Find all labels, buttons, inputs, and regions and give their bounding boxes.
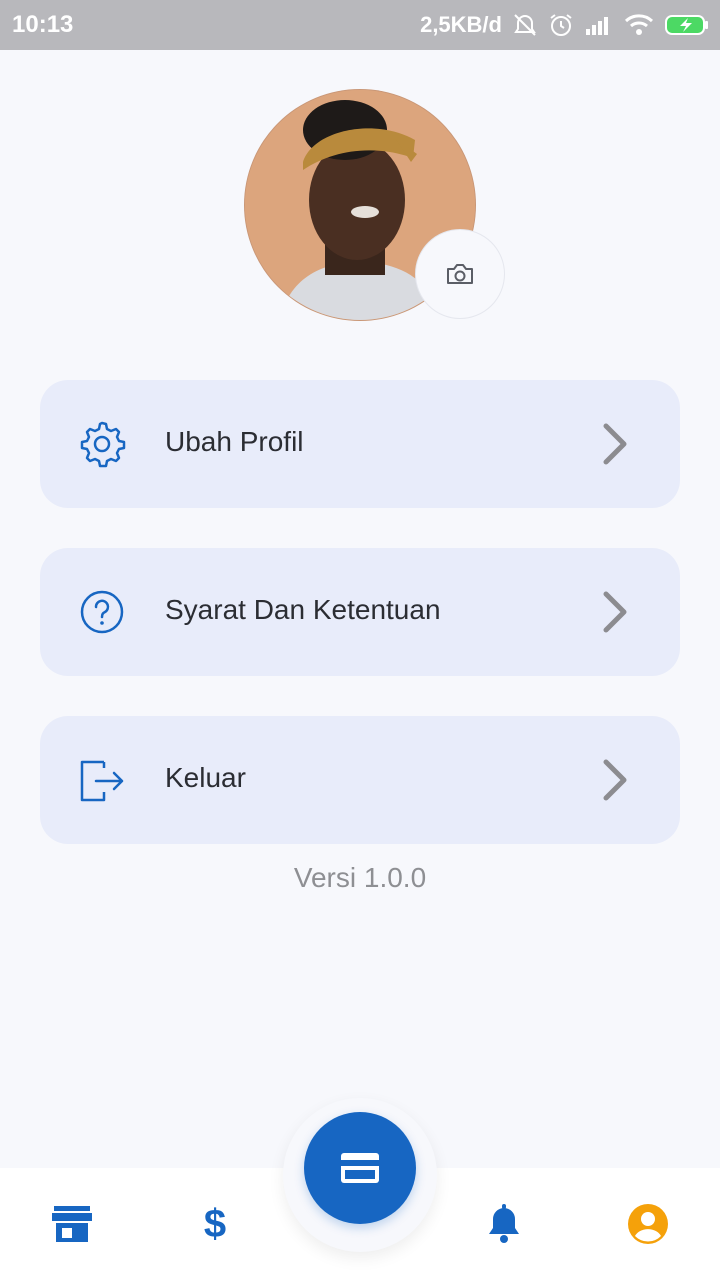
chevron-right-icon xyxy=(603,591,627,633)
network-speed: 2,5KB/d xyxy=(420,12,502,37)
bell-icon xyxy=(489,1204,519,1243)
status-bar: 10:13 2,5KB/d xyxy=(0,0,720,50)
wifi-icon xyxy=(624,14,654,35)
nav-store[interactable] xyxy=(48,1200,96,1248)
nav-profile[interactable] xyxy=(624,1200,672,1248)
menu-terms[interactable]: Syarat Dan Ketentuan xyxy=(40,548,680,676)
logout-icon xyxy=(80,760,124,802)
chevron-right-icon xyxy=(603,423,627,465)
signal-icon xyxy=(586,17,608,35)
alarm-clock-icon xyxy=(550,14,572,36)
battery-charging-icon xyxy=(665,15,708,35)
chevron-right-icon xyxy=(603,759,627,801)
change-photo-button[interactable] xyxy=(415,229,505,319)
menu-label: Syarat Dan Ketentuan xyxy=(165,594,441,625)
status-time: 10:13 xyxy=(12,11,74,38)
nav-finance[interactable]: $ xyxy=(191,1200,239,1248)
camera-icon xyxy=(447,264,473,284)
dollar-icon: $ xyxy=(203,1202,227,1246)
menu-label: Keluar xyxy=(165,762,246,793)
status-icons: 2,5KB/d xyxy=(420,9,710,41)
gear-icon xyxy=(80,421,126,468)
app-version: Versi 1.0.0 xyxy=(293,862,427,893)
nav-notifications[interactable] xyxy=(480,1200,528,1248)
user-icon xyxy=(628,1204,668,1244)
menu-edit-profile[interactable]: Ubah Profil xyxy=(40,380,680,508)
card-fab-button[interactable] xyxy=(304,1112,416,1224)
store-icon xyxy=(52,1206,92,1242)
question-circle-icon xyxy=(80,590,124,634)
alarm-off-icon xyxy=(514,14,536,36)
card-icon xyxy=(341,1153,379,1183)
menu-label: Ubah Profil xyxy=(165,426,304,457)
menu-logout[interactable]: Keluar xyxy=(40,716,680,844)
